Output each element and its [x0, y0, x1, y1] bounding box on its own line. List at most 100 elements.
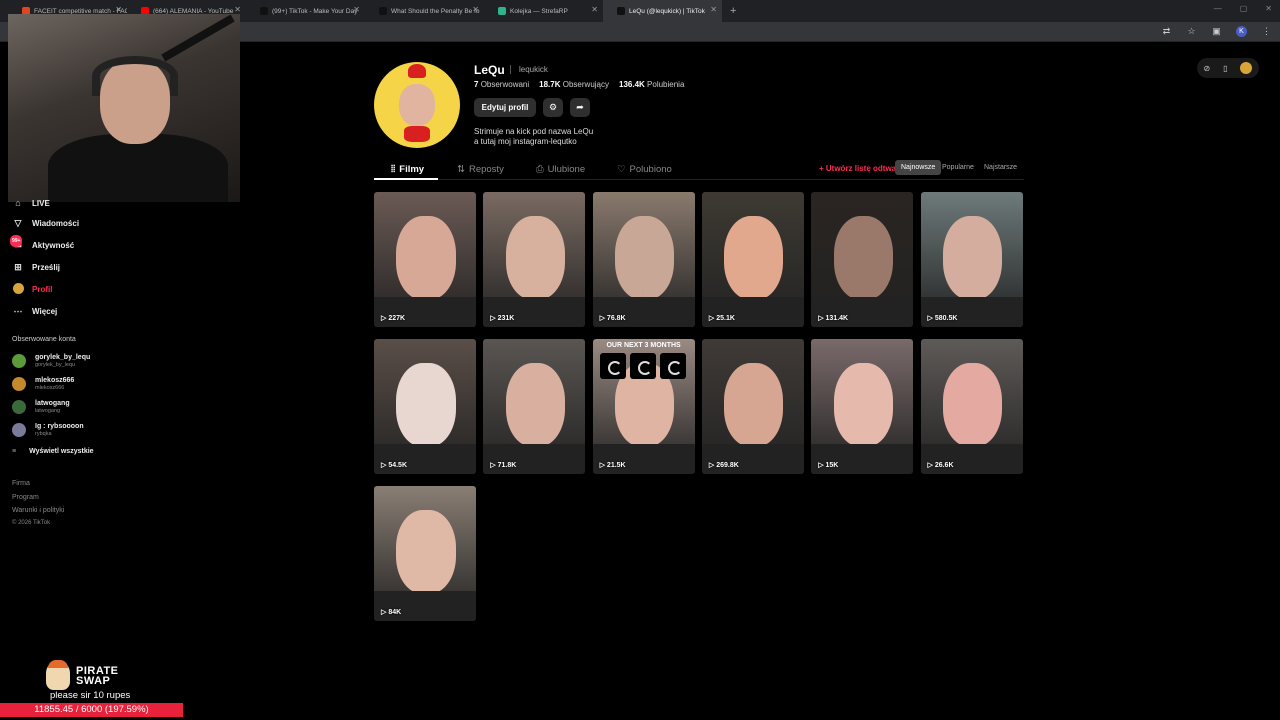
- video-face: [942, 216, 1003, 300]
- profile-stats: 7 Obserwowani 18.7K Obserwujący 136.4K P…: [474, 80, 684, 89]
- phone-icon[interactable]: ▯: [1223, 64, 1227, 73]
- repost-icon: ⇅: [457, 164, 465, 175]
- footer-link[interactable]: Program: [12, 494, 39, 501]
- extensions-icon[interactable]: ▣: [1211, 26, 1222, 37]
- view-count: ▷ 21.5K: [599, 462, 626, 469]
- video-shirt: [374, 591, 476, 621]
- account-username: rybqka: [35, 430, 52, 437]
- bio-line-1: Strimuje na kick pod nazwa LeQu: [474, 127, 594, 136]
- account-name: Ig : rybsoooon: [35, 422, 84, 430]
- tab-videos[interactable]: ⦙⦙ Filmy: [391, 164, 424, 175]
- following-section-title: Obserwowane konta: [12, 336, 76, 343]
- following-account[interactable]: mlekosz666 mlekosz666: [12, 375, 74, 393]
- translate-icon[interactable]: ⇄: [1161, 26, 1172, 37]
- footer-link[interactable]: Firma: [12, 480, 30, 487]
- list-icon: ≡: [12, 448, 17, 455]
- sort-option[interactable]: Najstarsze: [978, 160, 1023, 175]
- close-tab-icon[interactable]: ✕: [710, 5, 717, 14]
- star-icon[interactable]: ☆: [1186, 26, 1197, 37]
- video-thumbnail[interactable]: ▷ 231K: [483, 192, 586, 327]
- bookmark-icon: ⎙: [536, 164, 544, 175]
- view-count: ▷ 227K: [381, 315, 406, 322]
- video-thumbnail[interactable]: ▷ 15K: [811, 339, 914, 474]
- sidebar-item-wiadomości[interactable]: ▽ Wiadomości: [12, 215, 80, 231]
- live-icon: ⌂: [15, 198, 21, 208]
- close-tab-icon[interactable]: ✕: [591, 5, 598, 14]
- video-thumbnail[interactable]: ▷ 269.8K: [701, 339, 804, 474]
- sidebar-item-live[interactable]: ⌂ LIVE: [12, 195, 50, 211]
- view-count: ▷ 25.1K: [708, 315, 735, 322]
- play-icon: ▷: [927, 462, 935, 469]
- tab-title: (99+) TikTok - Make Your Day: [272, 7, 358, 15]
- toolbar-avatar[interactable]: [1240, 62, 1253, 74]
- video-thumbnail[interactable]: ▷ 580.5K: [920, 192, 1023, 327]
- view-count: ▷ 54.5K: [381, 462, 408, 469]
- video-thumbnail[interactable]: ▷ 76.8K: [592, 192, 695, 327]
- video-thumbnail[interactable]: ▷ 71.8K: [483, 339, 586, 474]
- bio-line-2: a tutaj moj instagram-lequtko: [474, 137, 577, 146]
- likes-stat: 136.4K Polubienia: [619, 80, 685, 89]
- new-tab-button[interactable]: +: [730, 5, 736, 17]
- window-controls: — ▢ ✕: [1214, 4, 1272, 13]
- following-stat[interactable]: 7 Obserwowani: [474, 80, 529, 89]
- following-account[interactable]: latwogang latwogang: [12, 398, 70, 416]
- following-account[interactable]: gorylek_by_lequ gorylek_by_lequ: [12, 352, 90, 370]
- video-thumbnail[interactable]: ▷ 84K: [374, 486, 476, 621]
- compass-icon[interactable]: ⊘: [1203, 64, 1210, 73]
- close-tab-icon[interactable]: ✕: [115, 5, 122, 14]
- inbox-icon: ✉99+: [10, 235, 24, 251]
- tab-favorites[interactable]: ⎙ Ulubione: [536, 164, 585, 175]
- sidebar-item-prześlij[interactable]: ⊞ Prześlij: [12, 259, 60, 275]
- video-thumbnail[interactable]: ▷ 26.6K: [920, 339, 1023, 474]
- following-account[interactable]: Ig : rybsoooon rybqka: [12, 421, 84, 439]
- close-tab-icon[interactable]: ✕: [353, 5, 360, 14]
- video-thumbnail[interactable]: ▷ 25.1K: [701, 192, 804, 327]
- chicken-bow: [404, 126, 430, 142]
- edit-profile-button[interactable]: Edytuj profil: [474, 98, 536, 117]
- video-thumbnail[interactable]: ▷ 131.4K: [811, 192, 914, 327]
- menu-icon[interactable]: ⋮: [1261, 26, 1272, 37]
- settings-button[interactable]: ⚙: [543, 98, 563, 117]
- donation-goal-bar: 11855.45 / 6000 (197.59%): [0, 703, 183, 717]
- sort-option[interactable]: Popularne: [936, 160, 980, 175]
- webcam-body: [48, 134, 228, 202]
- video-shirt: [592, 444, 695, 474]
- browser-tab[interactable]: (99+) TikTok - Make Your Day ✕: [246, 0, 365, 22]
- browser-tab[interactable]: What Should the Penalty Be fo ✕: [365, 0, 484, 22]
- gear-icon: ⚙: [548, 102, 558, 112]
- video-thumbnail[interactable]: ▷ 54.5K: [374, 339, 476, 474]
- sidebar-item-profil[interactable]: Profil: [12, 281, 52, 297]
- sidebar-item-aktywność[interactable]: ✉99+ Aktywność: [10, 235, 74, 253]
- browser-profile-avatar[interactable]: K: [1236, 26, 1247, 37]
- video-shirt: [701, 444, 804, 474]
- account-name: gorylek_by_lequ: [35, 353, 91, 361]
- video-thumbnail[interactable]: OUR NEXT 3 MONTHS ▷ 21.5K: [592, 339, 695, 474]
- sort-option[interactable]: Najnowsze: [895, 160, 942, 175]
- sidebar-item-więcej[interactable]: ⋯ Więcej: [12, 303, 58, 319]
- tab-liked[interactable]: ♡ Polubiono: [617, 164, 672, 175]
- video-thumbnail[interactable]: ▷ 227K: [374, 192, 476, 327]
- video-shirt: [811, 297, 914, 327]
- profile-avatar[interactable]: [374, 62, 460, 148]
- browser-tab[interactable]: Kolejka — StrefaRP ✕: [484, 0, 603, 22]
- video-shirt: [483, 444, 586, 474]
- minimize-icon[interactable]: —: [1214, 4, 1222, 13]
- more-icon: ⋯: [13, 306, 23, 316]
- tab-reposts[interactable]: ⇅ Reposty: [457, 164, 504, 175]
- loader-icon: [599, 353, 626, 379]
- video-face: [833, 216, 893, 300]
- maximize-icon[interactable]: ▢: [1240, 4, 1248, 13]
- close-tab-icon[interactable]: ✕: [472, 5, 479, 14]
- avatar: [12, 354, 26, 368]
- share-button[interactable]: ➦: [570, 98, 590, 117]
- donation-message: please sir 10 rupes: [50, 690, 131, 701]
- video-face: [724, 216, 784, 300]
- close-tab-icon[interactable]: ✕: [234, 5, 241, 14]
- footer-link[interactable]: Warunki i polityki: [12, 507, 64, 514]
- account-username: gorylek_by_lequ: [35, 361, 76, 368]
- browser-tab[interactable]: LeQu (@lequkick) | TikTok ✕: [603, 0, 722, 22]
- close-window-icon[interactable]: ✕: [1265, 4, 1272, 13]
- show-all-following-button[interactable]: ≡ Wyświetl wszystkie: [12, 448, 94, 455]
- text-cursor-icon: I: [642, 289, 645, 299]
- followers-stat[interactable]: 18.7K Obserwujący: [539, 80, 609, 89]
